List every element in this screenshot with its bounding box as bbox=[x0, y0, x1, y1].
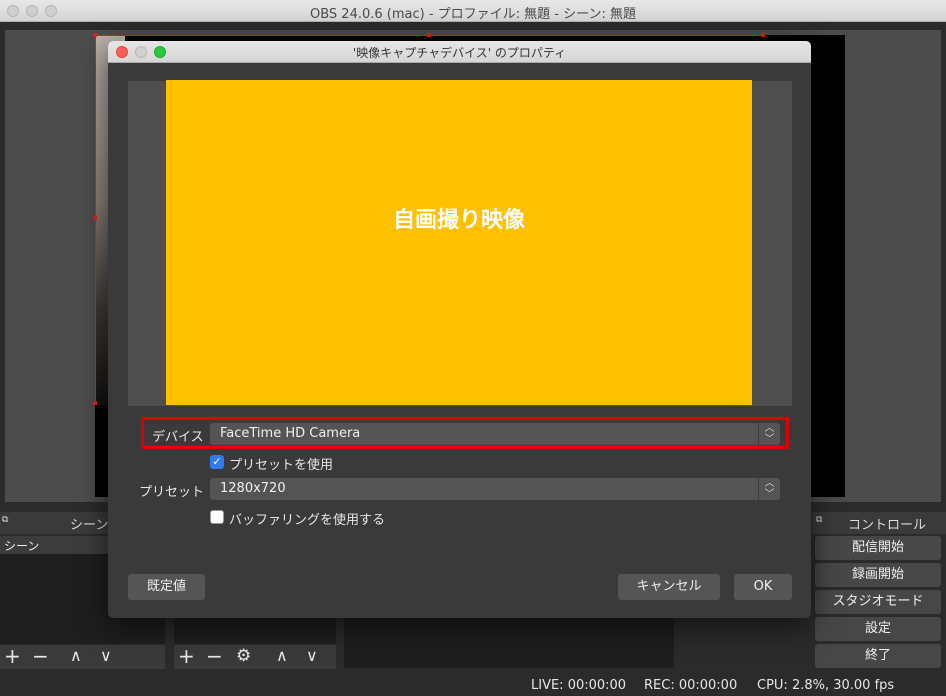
dialog-title-bar: '映像キャプチャデバイス' のプロパティ bbox=[108, 41, 811, 63]
dialog-title: '映像キャプチャデバイス' のプロパティ bbox=[352, 46, 567, 60]
move-scene-up-button[interactable]: ∧ bbox=[70, 645, 82, 667]
controls-dock-title: ⧉ コントロール bbox=[812, 512, 946, 534]
cpu-usage: CPU: 2.8%, 30.00 fps bbox=[757, 678, 895, 693]
sources-toolbar: + − ⚙ ∧ ∨ bbox=[174, 645, 336, 669]
use-preset-checkbox[interactable]: ✓ bbox=[210, 455, 224, 469]
studio-mode-button[interactable]: スタジオモード bbox=[815, 590, 941, 614]
scenes-dock-label: シーン bbox=[70, 518, 109, 533]
controls-dock-label: コントロール bbox=[848, 518, 927, 533]
preset-select-value: 1280x720 bbox=[220, 481, 286, 496]
move-source-up-button[interactable]: ∧ bbox=[276, 645, 288, 667]
cancel-button[interactable]: キャンセル bbox=[618, 574, 720, 600]
properties-dialog: '映像キャプチャデバイス' のプロパティ 自画撮り映像 デバイス FaceTim… bbox=[108, 41, 811, 618]
use-preset-label: プリセットを使用 bbox=[229, 458, 334, 473]
preview-overlay-text: 自画撮り映像 bbox=[392, 208, 525, 233]
add-source-button[interactable]: + bbox=[178, 645, 195, 667]
rec-timer: REC: 00:00:00 bbox=[644, 678, 738, 693]
move-source-down-button[interactable]: ∨ bbox=[306, 645, 318, 667]
preset-select[interactable]: 1280x720 ︿ ﹀ bbox=[210, 478, 780, 500]
device-select-value: FaceTime HD Camera bbox=[220, 426, 361, 441]
settings-button[interactable]: 設定 bbox=[815, 617, 941, 641]
scenes-toolbar: + − ∧ ∨ bbox=[0, 645, 165, 669]
use-buffering-label: バッファリングを使用する bbox=[229, 513, 386, 528]
resize-handle[interactable] bbox=[427, 33, 431, 37]
defaults-button[interactable]: 既定値 bbox=[128, 574, 205, 600]
dock-float-icon[interactable]: ⧉ bbox=[2, 515, 8, 525]
remove-source-button[interactable]: − bbox=[206, 645, 223, 667]
chevron-updown-icon: ︿ ﹀ bbox=[758, 423, 780, 445]
add-scene-button[interactable]: + bbox=[4, 645, 21, 667]
resize-handle[interactable] bbox=[761, 33, 765, 37]
start-streaming-button[interactable]: 配信開始 bbox=[815, 536, 941, 560]
gear-icon[interactable]: ⚙ bbox=[236, 645, 251, 667]
start-recording-button[interactable]: 録画開始 bbox=[815, 563, 941, 587]
main-title-bar: OBS 24.0.6 (mac) - プロファイル: 無題 - シーン: 無題 bbox=[0, 0, 946, 22]
remove-scene-button[interactable]: − bbox=[32, 645, 49, 667]
use-buffering-checkbox[interactable] bbox=[210, 510, 224, 524]
live-timer: LIVE: 00:00:00 bbox=[531, 678, 627, 693]
camera-preview-placeholder: 自画撮り映像 bbox=[166, 80, 752, 405]
dock-float-icon[interactable]: ⧉ bbox=[816, 515, 822, 525]
device-label: デバイス bbox=[152, 430, 204, 445]
exit-button[interactable]: 終了 bbox=[815, 644, 941, 668]
status-bar: LIVE: 00:00:00 REC: 00:00:00 CPU: 2.8%, … bbox=[0, 674, 946, 696]
resize-handle[interactable] bbox=[93, 401, 97, 405]
main-window-title: OBS 24.0.6 (mac) - プロファイル: 無題 - シーン: 無題 bbox=[310, 7, 636, 22]
ok-button[interactable]: OK bbox=[734, 574, 792, 600]
resize-handle[interactable] bbox=[93, 33, 97, 37]
move-scene-down-button[interactable]: ∨ bbox=[100, 645, 112, 667]
source-selection-border bbox=[95, 35, 96, 405]
resize-handle[interactable] bbox=[93, 216, 97, 220]
preset-label: プリセット bbox=[139, 485, 205, 500]
chevron-updown-icon: ︿ ﹀ bbox=[758, 478, 780, 500]
device-select[interactable]: FaceTime HD Camera ︿ ﹀ bbox=[210, 423, 780, 445]
